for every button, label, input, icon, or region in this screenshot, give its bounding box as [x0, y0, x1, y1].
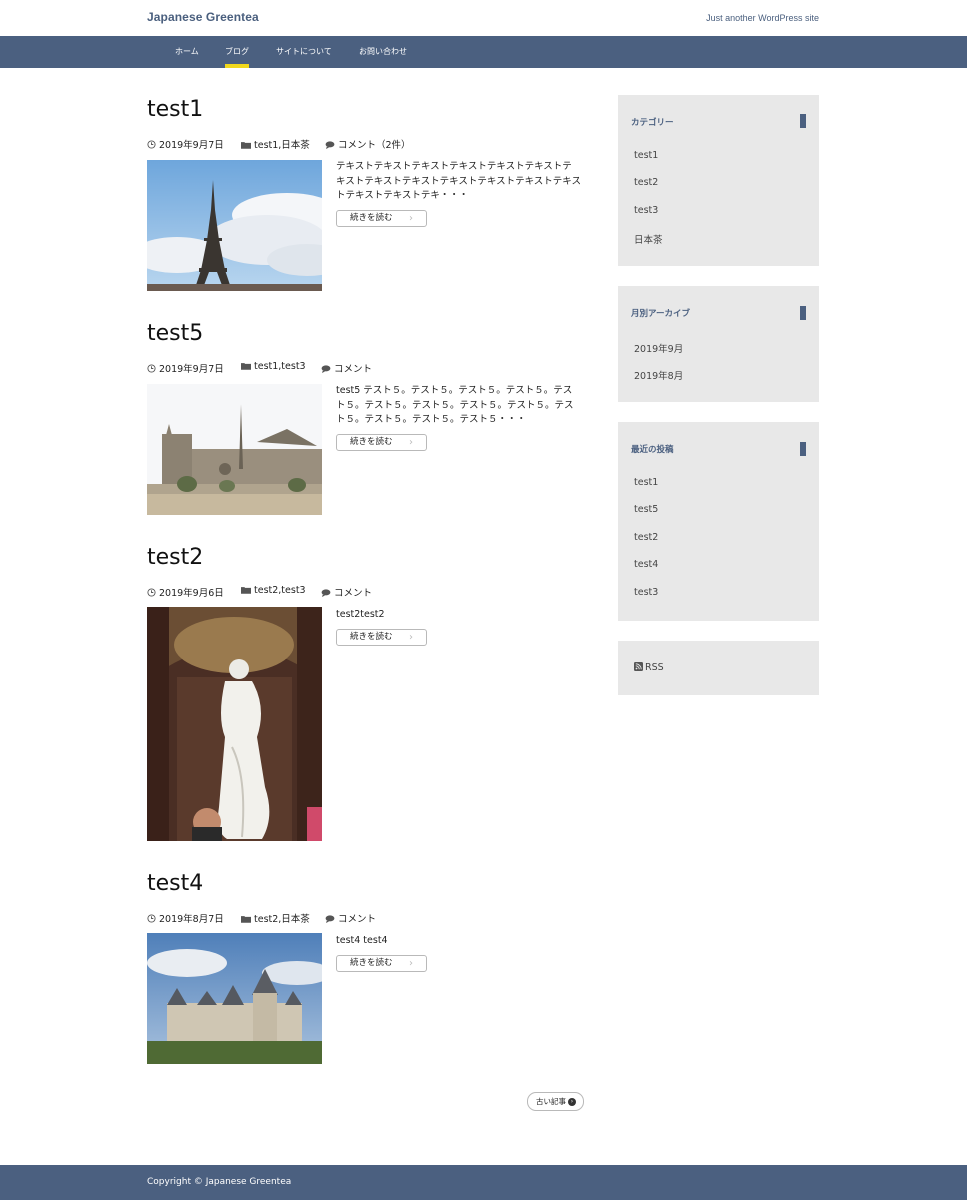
post-comments[interactable]: コメント	[321, 585, 372, 599]
comment-icon	[321, 589, 331, 597]
post-comments[interactable]: コメント（2件）	[325, 137, 411, 151]
older-posts-button[interactable]: 古い記事 ›	[527, 1092, 584, 1111]
nav-item-home[interactable]: ホーム	[175, 36, 199, 68]
post-title[interactable]: test1	[147, 97, 203, 122]
chevron-right-icon: ›	[409, 958, 413, 969]
post-excerpt: テキストテキストテキストテキストテキストテキストテキストテキストテキストテキスト…	[336, 161, 582, 202]
category-link[interactable]: 日本茶	[634, 232, 663, 246]
widget-archives: 月別アーカイブ 2019年9月 2019年8月	[618, 286, 819, 402]
widget-rss: RSS	[618, 641, 819, 695]
widget-title: カテゴリー	[631, 118, 674, 128]
site-footer: Copyright © Japanese Greentea	[0, 1165, 967, 1200]
venus-de-milo-photo	[147, 607, 322, 841]
copyright-text: Copyright © Japanese Greentea	[147, 1177, 292, 1187]
post-entry: test4 2019年8月7日 test2,日本茶 コメント test4 tes…	[147, 871, 587, 1071]
arrow-right-circle-icon: ›	[568, 1098, 576, 1106]
post-thumbnail[interactable]	[147, 933, 322, 1064]
post-excerpt: test5 テスト５。テスト５。テスト５。テスト５。テスト５。テスト５。テスト５…	[336, 385, 574, 426]
rss-link[interactable]: RSS	[634, 662, 664, 673]
recent-post-link[interactable]: test3	[634, 587, 658, 598]
comment-icon	[325, 915, 335, 923]
post-date: 2019年8月7日	[147, 911, 224, 925]
clock-icon	[147, 364, 156, 373]
widget-title-bar	[800, 114, 806, 128]
post-date: 2019年9月7日	[147, 137, 224, 151]
category-link[interactable]: test1	[634, 150, 658, 161]
post-entry: test2 2019年9月6日 test2,test3 コメント test2te…	[147, 545, 587, 845]
eiffel-tower-photo	[147, 160, 322, 291]
folder-icon	[241, 916, 251, 923]
post-excerpt: test2test2	[336, 609, 385, 620]
widget-categories: カテゴリー test1 test2 test3 日本茶	[618, 95, 819, 266]
widget-title: 月別アーカイブ	[631, 309, 690, 319]
post-excerpt: test4 test4	[336, 935, 388, 946]
rss-icon	[634, 662, 643, 671]
post-categories[interactable]: test1,test3	[241, 361, 306, 372]
nav-item-contact[interactable]: お問い合わせ	[359, 36, 407, 68]
post-comments[interactable]: コメント	[321, 361, 372, 375]
category-link[interactable]: test3	[634, 205, 658, 216]
nav-item-about[interactable]: サイトについて	[276, 36, 332, 68]
post-categories[interactable]: test2,日本茶	[241, 911, 310, 925]
post-thumbnail[interactable]	[147, 384, 322, 515]
recent-post-link[interactable]: test1	[634, 477, 658, 488]
chevron-right-icon: ›	[409, 632, 413, 643]
chevron-right-icon: ›	[409, 437, 413, 448]
global-nav: ホーム ブログ サイトについて お問い合わせ	[0, 36, 967, 68]
recent-post-link[interactable]: test4	[634, 559, 658, 570]
category-link[interactable]: test2	[634, 177, 658, 188]
site-description: Just another WordPress site	[706, 13, 819, 23]
archive-link[interactable]: 2019年9月	[634, 341, 683, 355]
read-more-button[interactable]: 続きを読む ›	[336, 434, 427, 451]
archive-link[interactable]: 2019年8月	[634, 368, 683, 382]
clock-icon	[147, 588, 156, 597]
post-title[interactable]: test4	[147, 871, 203, 896]
read-more-button[interactable]: 続きを読む ›	[336, 629, 427, 646]
post-date: 2019年9月7日	[147, 361, 224, 375]
folder-icon	[241, 363, 251, 370]
site-header: Japanese Greentea Just another WordPress…	[0, 0, 967, 36]
folder-icon	[241, 142, 251, 149]
folder-icon	[241, 587, 251, 594]
post-categories[interactable]: test2,test3	[241, 585, 306, 596]
recent-post-link[interactable]: test5	[634, 504, 658, 515]
read-more-button[interactable]: 続きを読む ›	[336, 955, 427, 972]
post-title[interactable]: test2	[147, 545, 203, 570]
widget-title-bar	[800, 306, 806, 320]
widget-recent-posts: 最近の投稿 test1 test5 test2 test4 test3	[618, 422, 819, 621]
post-categories[interactable]: test1,日本茶	[241, 137, 310, 151]
post-title[interactable]: test5	[147, 321, 203, 346]
comment-icon	[325, 141, 335, 149]
post-thumbnail[interactable]	[147, 607, 322, 841]
widget-title: 最近の投稿	[631, 445, 674, 455]
clock-icon	[147, 914, 156, 923]
recent-post-link[interactable]: test2	[634, 532, 658, 543]
post-entry: test5 2019年9月7日 test1,test3 コメント test5 テ…	[147, 321, 587, 521]
post-entry: test1 2019年9月7日 test1,日本茶 コメント（2件） テキストテ…	[147, 97, 587, 297]
clock-icon	[147, 140, 156, 149]
read-more-button[interactable]: 続きを読む ›	[336, 210, 427, 227]
nav-item-blog[interactable]: ブログ	[225, 36, 249, 68]
comment-icon	[321, 365, 331, 373]
chevron-right-icon: ›	[409, 213, 413, 224]
widget-title-bar	[800, 442, 806, 456]
chateau-photo	[147, 933, 322, 1064]
notre-dame-photo	[147, 384, 322, 515]
post-date: 2019年9月6日	[147, 585, 224, 599]
site-title-link[interactable]: Japanese Greentea	[147, 10, 259, 24]
post-comments[interactable]: コメント	[325, 911, 376, 925]
post-thumbnail[interactable]	[147, 160, 322, 291]
